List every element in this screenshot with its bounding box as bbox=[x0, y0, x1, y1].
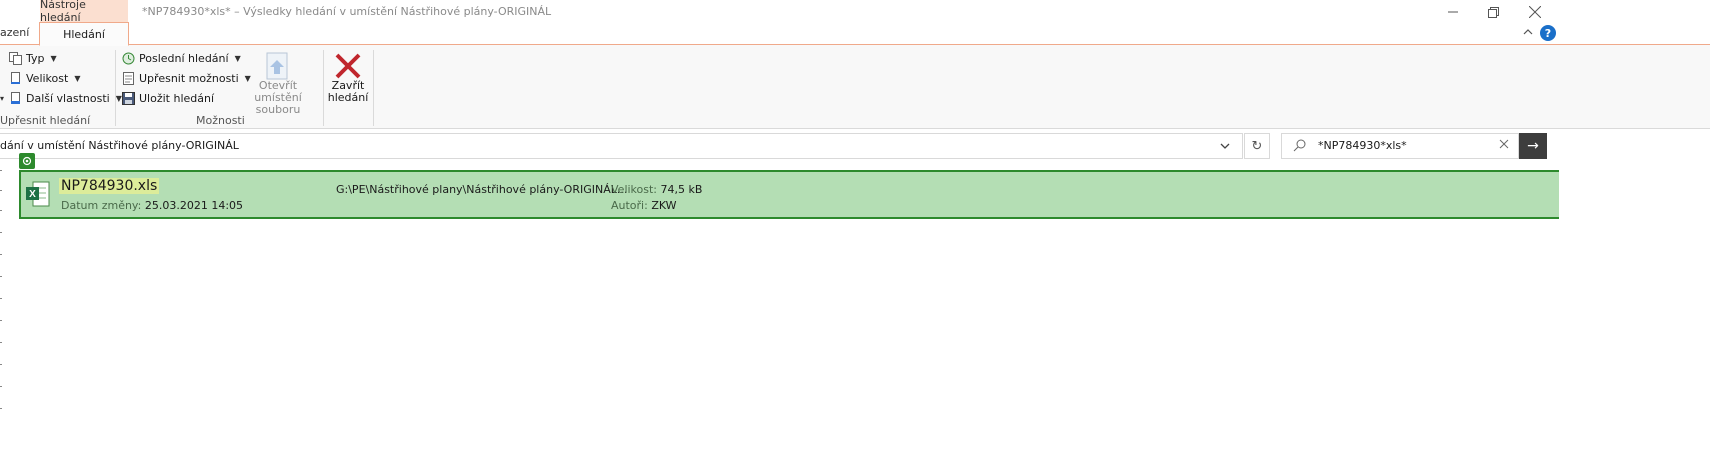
nav-pane-edge bbox=[0, 190, 2, 191]
nav-pane-edge bbox=[0, 408, 2, 409]
restore-icon bbox=[1487, 6, 1499, 18]
nav-pane-edge bbox=[0, 210, 2, 211]
properties-icon bbox=[11, 92, 20, 104]
dropdown-arrow-icon: ▼ bbox=[74, 74, 81, 83]
close-search-label: Zavřít hledání bbox=[327, 79, 369, 104]
save-icon bbox=[122, 92, 135, 105]
search-go-button[interactable]: → bbox=[1519, 133, 1547, 159]
result-authors: Autoři: ZKW bbox=[611, 199, 677, 212]
open-location-icon bbox=[266, 52, 288, 80]
advanced-options-icon bbox=[123, 72, 134, 85]
arrow-right-icon: → bbox=[1527, 138, 1539, 154]
other-properties-button[interactable]: Další vlastnosti ▼ bbox=[9, 92, 122, 105]
minimize-icon bbox=[1448, 11, 1458, 13]
tab-previous[interactable]: azení bbox=[0, 26, 29, 39]
save-search-label: Uložit hledání bbox=[139, 92, 215, 105]
result-path: G:\PE\Nástřihové plany\Nástřihové plány-… bbox=[336, 183, 628, 196]
type-icon bbox=[9, 52, 22, 65]
dropdown-arrow-icon: ▼ bbox=[115, 94, 122, 103]
nav-pane-edge bbox=[0, 342, 2, 343]
search-result-row[interactable] bbox=[19, 170, 1559, 219]
svg-text:X: X bbox=[29, 189, 36, 200]
dropdown-arrow-icon: ▾ bbox=[0, 94, 5, 103]
type-button[interactable]: Typ ▼ bbox=[9, 52, 57, 65]
type-label: Typ bbox=[26, 52, 45, 65]
nav-pane-edge bbox=[0, 170, 2, 171]
tab-search[interactable]: Hledání bbox=[39, 22, 129, 46]
size-label: Velikost: bbox=[611, 183, 658, 196]
open-file-location-label: Otevřít umístění souboru bbox=[254, 79, 302, 116]
nav-pane-edge bbox=[0, 320, 2, 321]
open-file-location-button[interactable]: Otevřít umístění souboru bbox=[238, 52, 318, 116]
close-icon bbox=[1529, 6, 1541, 18]
result-modified: Datum změny: 25.03.2021 14:05 bbox=[61, 199, 243, 212]
chevron-up-icon bbox=[1523, 29, 1533, 35]
authors-value: ZKW bbox=[651, 199, 677, 212]
modified-label: Datum změny: bbox=[61, 199, 142, 212]
group-separator bbox=[373, 50, 374, 126]
window-title: *NP784930*xls* – Výsledky hledání v umís… bbox=[142, 5, 552, 18]
recent-searches-label: Poslední hledání bbox=[139, 52, 229, 65]
search-input[interactable]: *NP784930*xls* bbox=[1318, 139, 1407, 152]
nav-pane-edge bbox=[0, 386, 2, 387]
close-window-button[interactable] bbox=[1512, 0, 1558, 24]
advanced-options-button[interactable]: Upřesnit možnosti ▼ bbox=[122, 72, 251, 85]
result-size: Velikost: 74,5 kB bbox=[611, 183, 702, 196]
size-icon bbox=[11, 72, 20, 84]
close-red-x-icon bbox=[335, 53, 361, 79]
help-button[interactable]: ? bbox=[1540, 25, 1556, 41]
collapse-ribbon-button[interactable] bbox=[1523, 26, 1533, 39]
refresh-button[interactable]: ↻ bbox=[1244, 133, 1270, 159]
advanced-options-label: Upřesnit možnosti bbox=[139, 72, 239, 85]
search-icon bbox=[1293, 139, 1306, 155]
size-button[interactable]: Velikost ▼ bbox=[9, 72, 80, 85]
close-search-button[interactable]: Zavřít hledání bbox=[327, 52, 369, 104]
size-label: Velikost bbox=[26, 72, 69, 85]
dropdown-arrow-icon: ▼ bbox=[50, 54, 57, 63]
authors-label: Autoři: bbox=[611, 199, 648, 212]
close-icon bbox=[1499, 139, 1509, 149]
recent-search-icon bbox=[122, 52, 135, 65]
nav-pane-edge bbox=[0, 254, 2, 255]
selection-check-icon[interactable] bbox=[19, 153, 35, 169]
nav-pane-edge bbox=[0, 232, 2, 233]
context-tab-search-tools: Nástroje hledání bbox=[40, 0, 128, 24]
chevron-down-icon bbox=[1220, 143, 1230, 149]
recent-searches-button[interactable]: Poslední hledání ▼ bbox=[122, 52, 241, 65]
clear-search-button[interactable] bbox=[1499, 138, 1509, 152]
help-icon: ? bbox=[1544, 26, 1552, 40]
refresh-icon: ↻ bbox=[1251, 138, 1263, 154]
modified-value: 25.03.2021 14:05 bbox=[144, 199, 244, 212]
size-value: 74,5 kB bbox=[660, 183, 703, 196]
group-label-options: Možnosti bbox=[196, 114, 245, 127]
address-path[interactable]: dání v umístění Nástřihové plány-ORIGINÁ… bbox=[0, 139, 239, 152]
ribbon-tabs bbox=[0, 24, 1710, 45]
other-properties-label: Další vlastnosti bbox=[26, 92, 110, 105]
nav-pane-edge bbox=[0, 276, 2, 277]
excel-file-icon: X bbox=[25, 180, 51, 208]
group-separator bbox=[323, 50, 324, 126]
nav-pane-edge bbox=[0, 364, 2, 365]
nav-pane-edge bbox=[0, 298, 2, 299]
save-search-button[interactable]: Uložit hledání bbox=[122, 92, 214, 105]
result-file-name[interactable]: NP784930.xls bbox=[59, 178, 160, 194]
group-label-refine: Upřesnit hledání bbox=[0, 114, 91, 127]
restore-button[interactable] bbox=[1470, 0, 1516, 24]
group-separator bbox=[115, 50, 116, 126]
address-history-button[interactable] bbox=[1220, 140, 1230, 153]
